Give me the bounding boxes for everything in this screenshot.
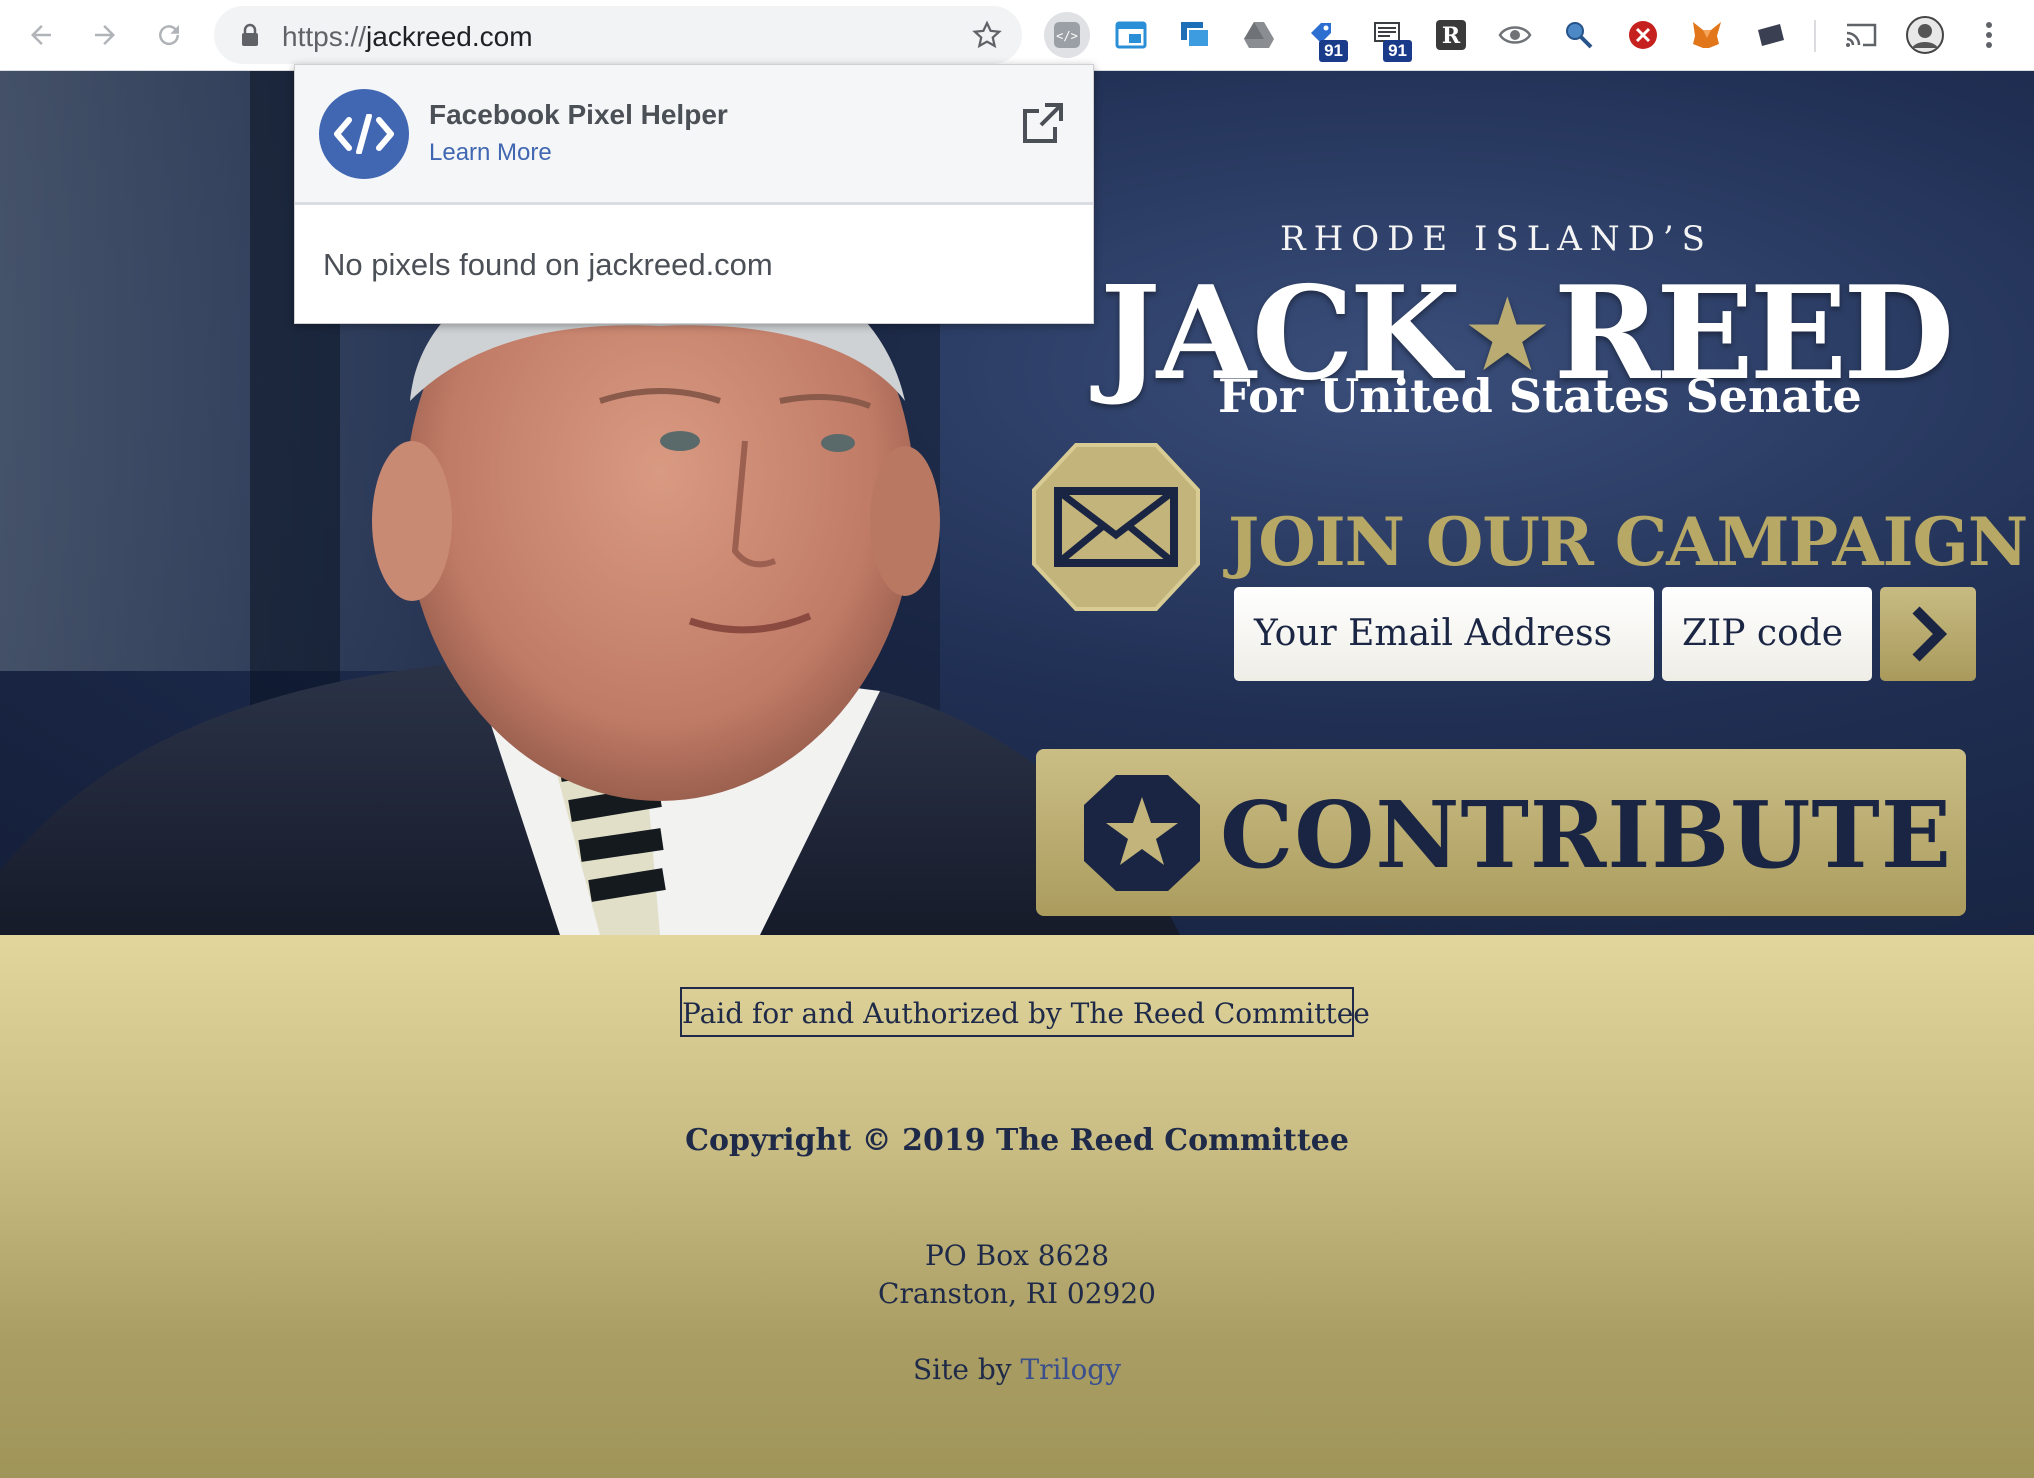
- url-text: https://jackreed.com: [282, 21, 533, 52]
- copyright-text: Copyright © 2019 The Reed Committee: [685, 1123, 1349, 1158]
- code-extension-icon: </>: [1054, 22, 1080, 48]
- popup-header: Facebook Pixel Helper Learn More: [295, 65, 1093, 205]
- popup-title: Facebook Pixel Helper: [429, 99, 728, 130]
- view-bio-link[interactable]: VIEW JACK'S BIO: [1320, 919, 1708, 935]
- envelope-icon: [1032, 443, 1200, 611]
- po-box-text: PO Box 8628: [924, 1239, 1110, 1272]
- search-extension-icon: [1566, 22, 1593, 49]
- cast-button[interactable]: [1838, 12, 1884, 58]
- profile-avatar-button[interactable]: [1902, 12, 1948, 58]
- r-extension-button[interactable]: R: [1428, 12, 1474, 58]
- blocker-extension-button[interactable]: [1620, 12, 1666, 58]
- bookmark-star-icon[interactable]: [972, 20, 1002, 50]
- browser-toolbar: https://jackreed.com </> 91 91 R: [0, 0, 2034, 71]
- site-credit: Site by Trilogy: [912, 1353, 1122, 1386]
- address-bar[interactable]: https://jackreed.com: [214, 6, 1022, 64]
- fox-extension-button[interactable]: [1684, 12, 1730, 58]
- search-extension-button[interactable]: [1556, 12, 1602, 58]
- r-extension-icon: R: [1436, 20, 1466, 50]
- network-extension-badge: 91: [1383, 40, 1412, 62]
- network-extension-button[interactable]: 91: [1364, 12, 1412, 62]
- screens-extension-button[interactable]: [1172, 12, 1218, 58]
- join-campaign-heading: JOIN OUR CAMPAIGN: [1228, 503, 2028, 581]
- tag-extension-badge: 91: [1319, 40, 1348, 62]
- code-icon: [334, 114, 394, 154]
- svg-text:</>: </>: [1056, 29, 1078, 43]
- page-footer: Paid for and Authorized by The Reed Comm…: [0, 935, 2034, 1478]
- back-button[interactable]: [20, 14, 62, 56]
- candidate-portrait: [0, 251, 1180, 935]
- city-text: Cranston, RI 02920: [878, 1277, 1156, 1310]
- browser-menu-button[interactable]: [1966, 12, 2012, 58]
- card-extension-icon: [1758, 24, 1784, 46]
- zip-field[interactable]: ZIP code: [1662, 587, 1872, 681]
- cast-icon: [1846, 23, 1877, 47]
- more-vert-icon: [1986, 22, 1992, 48]
- forward-button[interactable]: [84, 14, 126, 56]
- drive-extension-button[interactable]: [1236, 12, 1282, 58]
- window-extension-icon: [1115, 21, 1147, 49]
- contribute-button[interactable]: CONTRIBUTE: [1036, 749, 1966, 916]
- back-arrow-icon: [31, 25, 51, 45]
- fox-extension-icon: [1693, 22, 1721, 48]
- contribute-label: CONTRIBUTE: [1220, 781, 1952, 889]
- blocker-extension-icon: [1629, 21, 1657, 49]
- pixel-helper-popup: Facebook Pixel Helper Learn More No pixe…: [294, 64, 1094, 324]
- trilogy-link[interactable]: Trilogy: [1020, 1353, 1121, 1386]
- logo-subtitle: For United States Senate: [1218, 369, 1862, 423]
- reload-icon: [159, 25, 180, 46]
- learn-more-link[interactable]: Learn More: [429, 139, 552, 167]
- paid-for-disclaimer: Paid for and Authorized by The Reed Comm…: [680, 987, 1370, 1037]
- chevron-right-icon: [1912, 606, 1948, 662]
- eye-extension-icon: [1498, 26, 1532, 44]
- card-extension-button[interactable]: [1748, 12, 1794, 58]
- lock-icon: [242, 23, 258, 46]
- screens-extension-icon: [1181, 22, 1210, 48]
- pixel-helper-extension-button[interactable]: </>: [1044, 12, 1090, 58]
- open-external-icon[interactable]: [1019, 101, 1065, 147]
- avatar: [1906, 16, 1944, 54]
- window-extension-button[interactable]: [1108, 12, 1154, 58]
- drive-icon: [1244, 22, 1274, 48]
- popup-status-message: No pixels found on jackreed.com: [323, 247, 773, 282]
- tag-extension-button[interactable]: 91: [1300, 12, 1348, 62]
- reload-button[interactable]: [148, 14, 190, 56]
- toolbar-divider: [1814, 20, 1816, 52]
- pixel-helper-logo: [319, 89, 409, 179]
- signup-submit-button[interactable]: [1880, 587, 1976, 681]
- forward-arrow-icon: [95, 25, 115, 45]
- email-field[interactable]: Your Email Address: [1234, 587, 1654, 681]
- star-badge-icon: [1084, 775, 1200, 891]
- logo-tagline: RHODE ISLAND’S: [1280, 219, 1713, 259]
- svg-text:R: R: [1442, 23, 1461, 49]
- eye-extension-button[interactable]: [1492, 12, 1538, 58]
